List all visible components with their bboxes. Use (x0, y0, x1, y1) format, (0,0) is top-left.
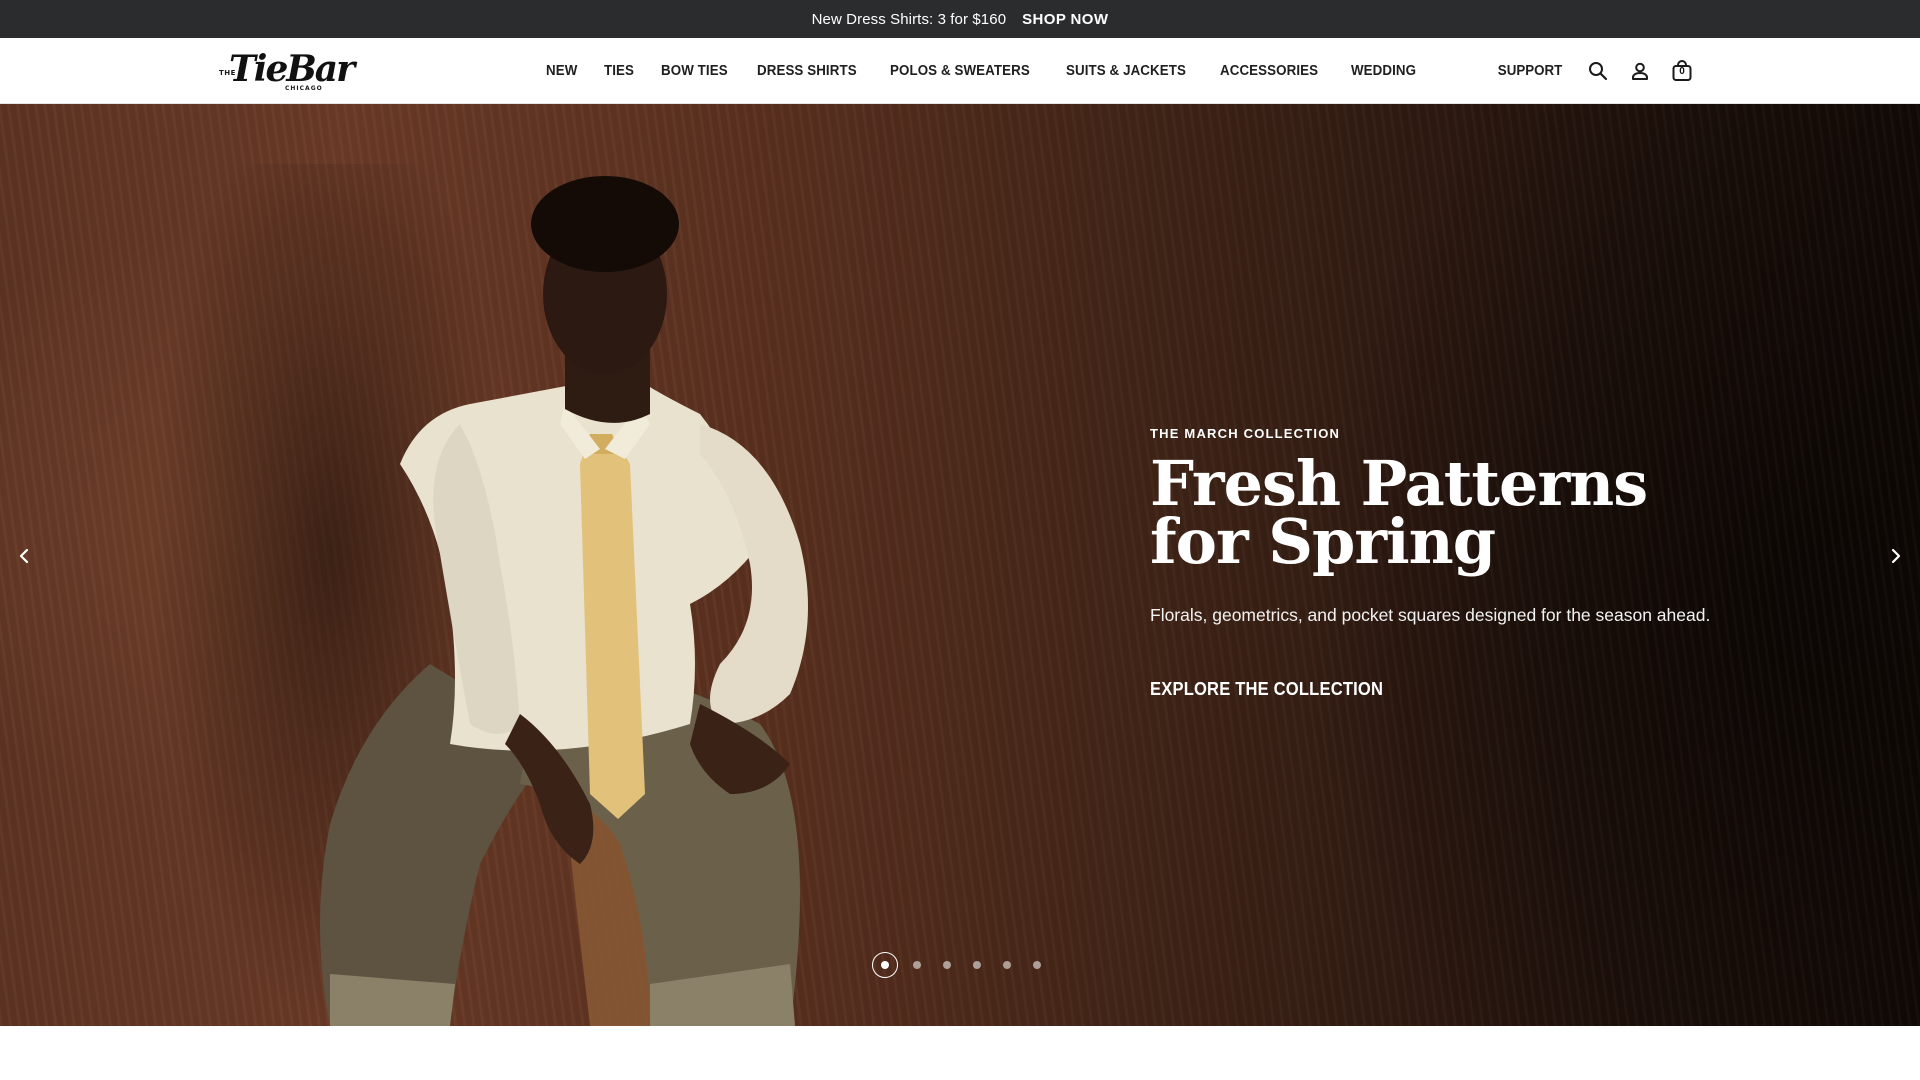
carousel-dot-6[interactable] (1022, 952, 1052, 978)
support-link[interactable]: SUPPORT (1498, 63, 1562, 79)
hero-headline-line-2: for Spring (1150, 505, 1496, 578)
hero-carousel: THE MARCH COLLECTION Fresh Patterns for … (0, 104, 1920, 1026)
carousel-dot-3[interactable] (932, 952, 962, 978)
nav-item-ties[interactable]: TIES (604, 63, 634, 79)
search-icon[interactable] (1587, 60, 1609, 82)
header-utilities: SUPPORT 0 (1495, 38, 1693, 104)
logo-city: CHICAGO (285, 85, 323, 92)
hero-eyebrow: THE MARCH COLLECTION (1150, 426, 1341, 441)
announcement-bar: New Dress Shirts: 3 for $160 SHOP NOW (0, 0, 1920, 38)
carousel-dot-5[interactable] (992, 952, 1022, 978)
explore-collection-link[interactable]: EXPLORE THE COLLECTION (1150, 679, 1383, 700)
shop-now-link[interactable]: SHOP NOW (1022, 11, 1108, 28)
hero-model-image (320, 176, 808, 1026)
chevron-right-icon[interactable] (1884, 544, 1908, 568)
nav-item-suits-jackets[interactable]: SUITS & JACKETS (1066, 63, 1186, 79)
logo-wordmark: TieBar (229, 48, 355, 90)
main-nav: NEW TIES BOW TIES DRESS SHIRTS POLOS & S… (546, 38, 1445, 104)
nav-item-accessories[interactable]: ACCESSORIES (1220, 63, 1318, 79)
hero-copy: THE MARCH COLLECTION Fresh Patterns for … (1150, 426, 1770, 700)
tie-bar-logo[interactable]: THE TieBar CHICAGO (217, 48, 355, 92)
shopping-bag-icon[interactable]: 0 (1671, 60, 1693, 82)
account-icon[interactable] (1629, 60, 1651, 82)
nav-item-wedding[interactable]: WEDDING (1351, 63, 1416, 79)
carousel-dot-4[interactable] (962, 952, 992, 978)
carousel-dot-2[interactable] (902, 952, 932, 978)
carousel-dot-1[interactable] (872, 952, 898, 978)
hero-headline: Fresh Patterns for Spring (1150, 453, 1770, 573)
nav-item-polos-sweaters[interactable]: POLOS & SWEATERS (890, 63, 1030, 79)
cart-count: 0 (1679, 66, 1685, 77)
hero-subhead: Florals, geometrics, and pocket squares … (1150, 605, 1711, 625)
nav-item-bow-ties[interactable]: BOW TIES (661, 63, 728, 79)
chevron-left-icon[interactable] (12, 544, 36, 568)
nav-item-new[interactable]: NEW (546, 63, 577, 79)
announcement-message: New Dress Shirts: 3 for $160 (811, 10, 1007, 28)
nav-item-dress-shirts[interactable]: DRESS SHIRTS (757, 63, 857, 79)
carousel-pagination (872, 952, 1052, 978)
site-header: THE TieBar CHICAGO NEW TIES BOW TIES DRE… (0, 38, 1920, 104)
